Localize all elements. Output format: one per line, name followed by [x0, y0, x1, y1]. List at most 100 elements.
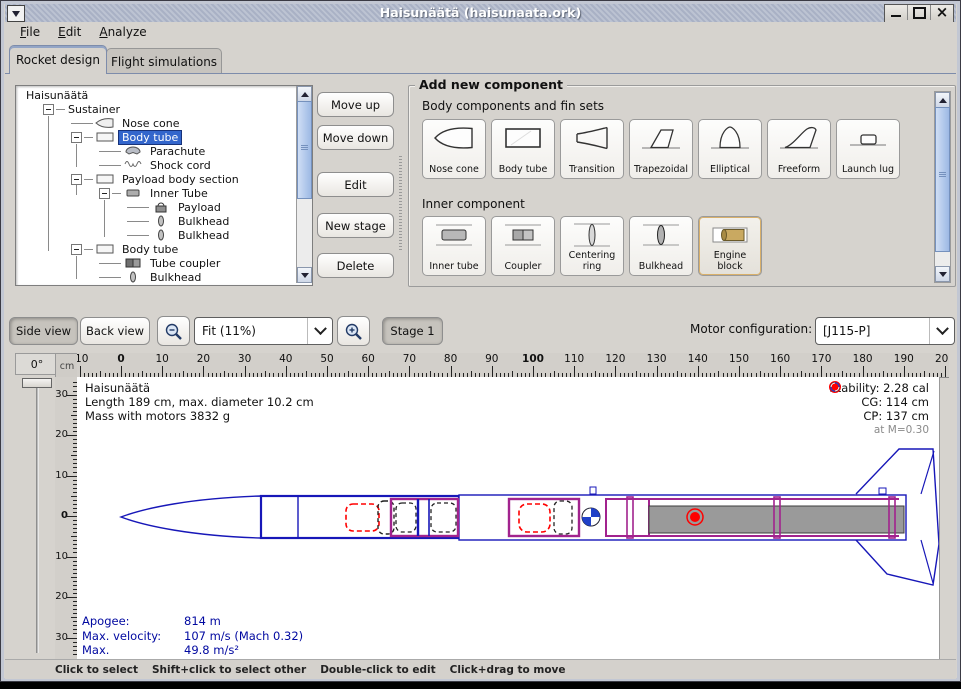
title-bar[interactable]: Haisunäätä (haisunaata.ork) × — [5, 4, 956, 23]
tree-item-body-tube[interactable]: Body tube — [17, 130, 295, 144]
cg-marker — [582, 508, 600, 526]
scrollbar-thumb[interactable] — [297, 101, 312, 199]
bulkhead-icon — [150, 215, 172, 227]
tree-item-label: Inner Tube — [147, 187, 211, 200]
stage-1-toggle[interactable]: Stage 1 — [382, 317, 443, 345]
collapse-icon[interactable] — [71, 244, 82, 255]
tree-connector — [99, 277, 121, 278]
nose-cone-icon — [94, 117, 116, 129]
launch-lug-shape[interactable] — [879, 488, 886, 494]
add-body-tube-button[interactable]: Body tube — [491, 119, 555, 179]
add-nose-cone-button[interactable]: Nose cone — [422, 119, 486, 179]
chevron-down-icon — [936, 322, 949, 335]
scroll-down-button[interactable] — [935, 266, 950, 282]
component-tree[interactable]: Haisunäätä Sustainer Nose cone Body tube… — [15, 85, 313, 286]
tree-item-payload[interactable]: Payload — [17, 200, 295, 214]
tab-flight-simulations[interactable]: Flight simulations — [106, 48, 222, 74]
tree-item-body-tube-aft[interactable]: Body tube — [17, 242, 295, 256]
minimize-icon — [891, 15, 901, 17]
tree-scrollbar[interactable] — [296, 86, 312, 283]
collapse-icon[interactable] — [99, 188, 110, 199]
tree-connector — [56, 109, 65, 110]
add-bulkhead-button[interactable]: Bulkhead — [629, 216, 693, 276]
tree-connector — [99, 165, 121, 166]
tree-item-payload-body-section[interactable]: Payload body section — [17, 172, 295, 186]
add-inner-tube-button[interactable]: Inner tube — [422, 216, 486, 276]
menu-edit[interactable]: Edit — [49, 23, 90, 41]
collapse-icon[interactable] — [71, 174, 82, 185]
rocket-canvas[interactable]: Haisunäätä Length 189 cm, max. diameter … — [77, 377, 940, 659]
tree-item-rocket[interactable]: Haisunäätä — [17, 88, 295, 102]
combo-arrow[interactable] — [307, 318, 332, 344]
back-view-button[interactable]: Back view — [80, 317, 150, 345]
edit-button[interactable]: Edit — [317, 172, 394, 197]
zoom-out-button[interactable] — [157, 316, 190, 346]
zoom-select[interactable]: Fit (11%) — [194, 317, 333, 345]
motor-configuration-select[interactable]: [J115-P] — [815, 317, 955, 345]
move-down-button[interactable]: Move down — [317, 125, 394, 150]
tree-item-bulkhead[interactable]: Bulkhead — [17, 228, 295, 242]
add-transition-button[interactable]: Transition — [560, 119, 624, 179]
zoom-in-button[interactable] — [337, 316, 370, 346]
tree-item-inner-tube[interactable]: Inner Tube — [17, 186, 295, 200]
arrow-down-icon — [939, 272, 947, 277]
scroll-up-button[interactable] — [935, 92, 950, 108]
rotation-indicator: 0° — [15, 353, 59, 375]
tree-item-label: Bulkhead — [175, 229, 232, 242]
add-engine-block-button[interactable]: Engine block — [698, 216, 762, 276]
arrow-up-icon — [301, 92, 309, 97]
tree-item-nose-cone[interactable]: Nose cone — [17, 116, 295, 130]
new-stage-button[interactable]: New stage — [317, 213, 394, 238]
tab-rocket-design[interactable]: Rocket design — [9, 45, 107, 74]
add-trapezoidal-fin-button[interactable]: Trapezoidal — [629, 119, 693, 179]
collapse-icon[interactable] — [71, 132, 82, 143]
fin-lower-edge — [921, 540, 933, 583]
hint-drag: Click+drag to move — [450, 664, 566, 676]
menu-analyze[interactable]: Analyze — [90, 23, 155, 41]
add-freeform-fin-button[interactable]: Freeform — [767, 119, 831, 179]
tree-item-bulkhead[interactable]: Bulkhead — [17, 214, 295, 228]
scroll-down-button[interactable] — [297, 267, 312, 283]
tree-item-parachute[interactable]: Parachute — [17, 144, 295, 158]
nose-cone-shape[interactable] — [121, 496, 261, 538]
tree-item-tube-coupler[interactable]: Tube coupler — [17, 256, 295, 270]
centering-ring-icon — [570, 220, 614, 250]
tree-item-label: Payload body section — [119, 173, 242, 186]
scrollbar-thumb[interactable] — [935, 107, 950, 252]
move-up-button[interactable]: Move up — [317, 92, 394, 117]
cp-icon — [829, 381, 841, 393]
add-elliptical-fin-button[interactable]: Elliptical — [698, 119, 762, 179]
tree-item-shock-cord[interactable]: Shock cord — [17, 158, 295, 172]
add-centering-ring-button[interactable]: Centering ring — [560, 216, 624, 276]
close-button[interactable]: × — [931, 5, 953, 20]
tree-connector — [71, 123, 93, 124]
tree-connector — [84, 249, 93, 250]
add-coupler-button[interactable]: Coupler — [491, 216, 555, 276]
side-view-button[interactable]: Side view — [9, 317, 78, 345]
rotation-slider-track[interactable] — [36, 379, 39, 653]
component-panel-scrollbar[interactable] — [934, 91, 951, 283]
fin-lower-shape[interactable] — [856, 540, 939, 585]
tree-connector — [127, 207, 149, 208]
tree-item-label: Nose cone — [119, 117, 182, 130]
tree-item-bulkhead-aft[interactable]: Bulkhead — [17, 270, 295, 284]
collapse-icon[interactable] — [43, 104, 54, 115]
delete-button[interactable]: Delete — [317, 253, 394, 278]
magnifier-plus-icon — [344, 322, 363, 341]
maximize-button[interactable] — [908, 5, 931, 20]
body-tube-icon — [501, 123, 545, 153]
combo-arrow[interactable] — [929, 318, 954, 344]
scroll-up-button[interactable] — [297, 86, 312, 102]
cp-line: CP: 137 cm — [829, 409, 929, 423]
horizontal-ruler: -100102030405060708090100110120130140150… — [77, 353, 949, 378]
add-launch-lug-button[interactable]: Launch lug — [836, 119, 900, 179]
vertical-ruler: -30-20-100102030 — [55, 377, 78, 659]
bulkhead-icon — [639, 220, 683, 250]
tree-connector — [99, 151, 121, 152]
minimize-button[interactable] — [885, 5, 908, 20]
rotation-slider-handle[interactable] — [22, 378, 52, 388]
stability-value: Stability: 2.28 cal — [829, 381, 929, 395]
tree-item-sustainer[interactable]: Sustainer — [17, 102, 295, 116]
launch-lug-shape[interactable] — [590, 487, 596, 494]
menu-file[interactable]: File — [11, 23, 49, 41]
